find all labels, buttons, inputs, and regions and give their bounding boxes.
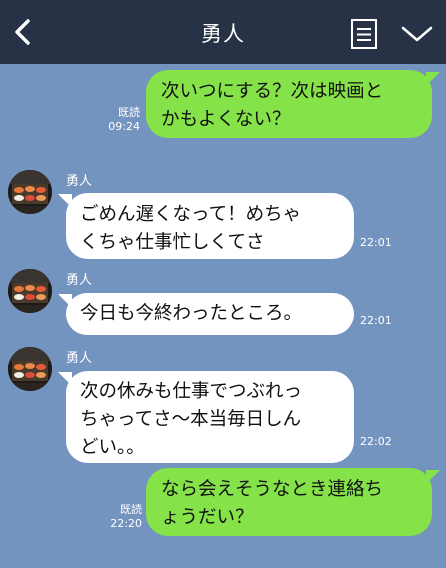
notes-menu-icon[interactable]: [350, 18, 378, 50]
message-time: 22:20: [110, 517, 142, 530]
message-time: 22:01: [360, 314, 392, 327]
sender-name: 勇人: [66, 351, 93, 366]
read-label: 既読: [118, 106, 140, 119]
incoming-message-bubble[interactable]: 今日も今終わったところ。: [66, 293, 354, 335]
chat-area: 次いつにする？次は映画と かもよくない？ 既読 09:24 勇人 ごめん遅くなっ…: [0, 64, 446, 568]
sender-name: 勇人: [66, 174, 93, 189]
avatar[interactable]: [8, 347, 52, 391]
chevron-down-icon[interactable]: [400, 22, 434, 46]
incoming-message-bubble[interactable]: 次の休みも仕事でつぶれっ ちゃってさ〜本当毎日しん どい。。: [66, 371, 354, 463]
sushi-photo-avatar: [8, 269, 52, 313]
chat-header: 勇人: [0, 0, 446, 64]
sender-name: 勇人: [66, 273, 93, 288]
avatar[interactable]: [8, 269, 52, 313]
read-label: 既読: [120, 503, 142, 516]
message-time: 09:24: [108, 120, 140, 133]
avatar[interactable]: [8, 170, 52, 214]
outgoing-message-bubble[interactable]: なら会えそうなとき連絡ち ょうだい？: [146, 468, 432, 536]
sushi-photo-avatar: [8, 170, 52, 214]
chat-title: 勇人: [201, 22, 245, 46]
incoming-message-bubble[interactable]: ごめん遅くなって！めちゃ くちゃ仕事忙しくてさ: [66, 193, 354, 259]
message-time: 22:01: [360, 236, 392, 249]
message-time: 22:02: [360, 435, 392, 448]
outgoing-message-bubble[interactable]: 次いつにする？次は映画と かもよくない？: [146, 70, 432, 138]
read-receipt: 既読 22:20: [100, 503, 142, 531]
sushi-photo-avatar: [8, 347, 52, 391]
read-receipt: 既読 09:24: [100, 106, 140, 134]
